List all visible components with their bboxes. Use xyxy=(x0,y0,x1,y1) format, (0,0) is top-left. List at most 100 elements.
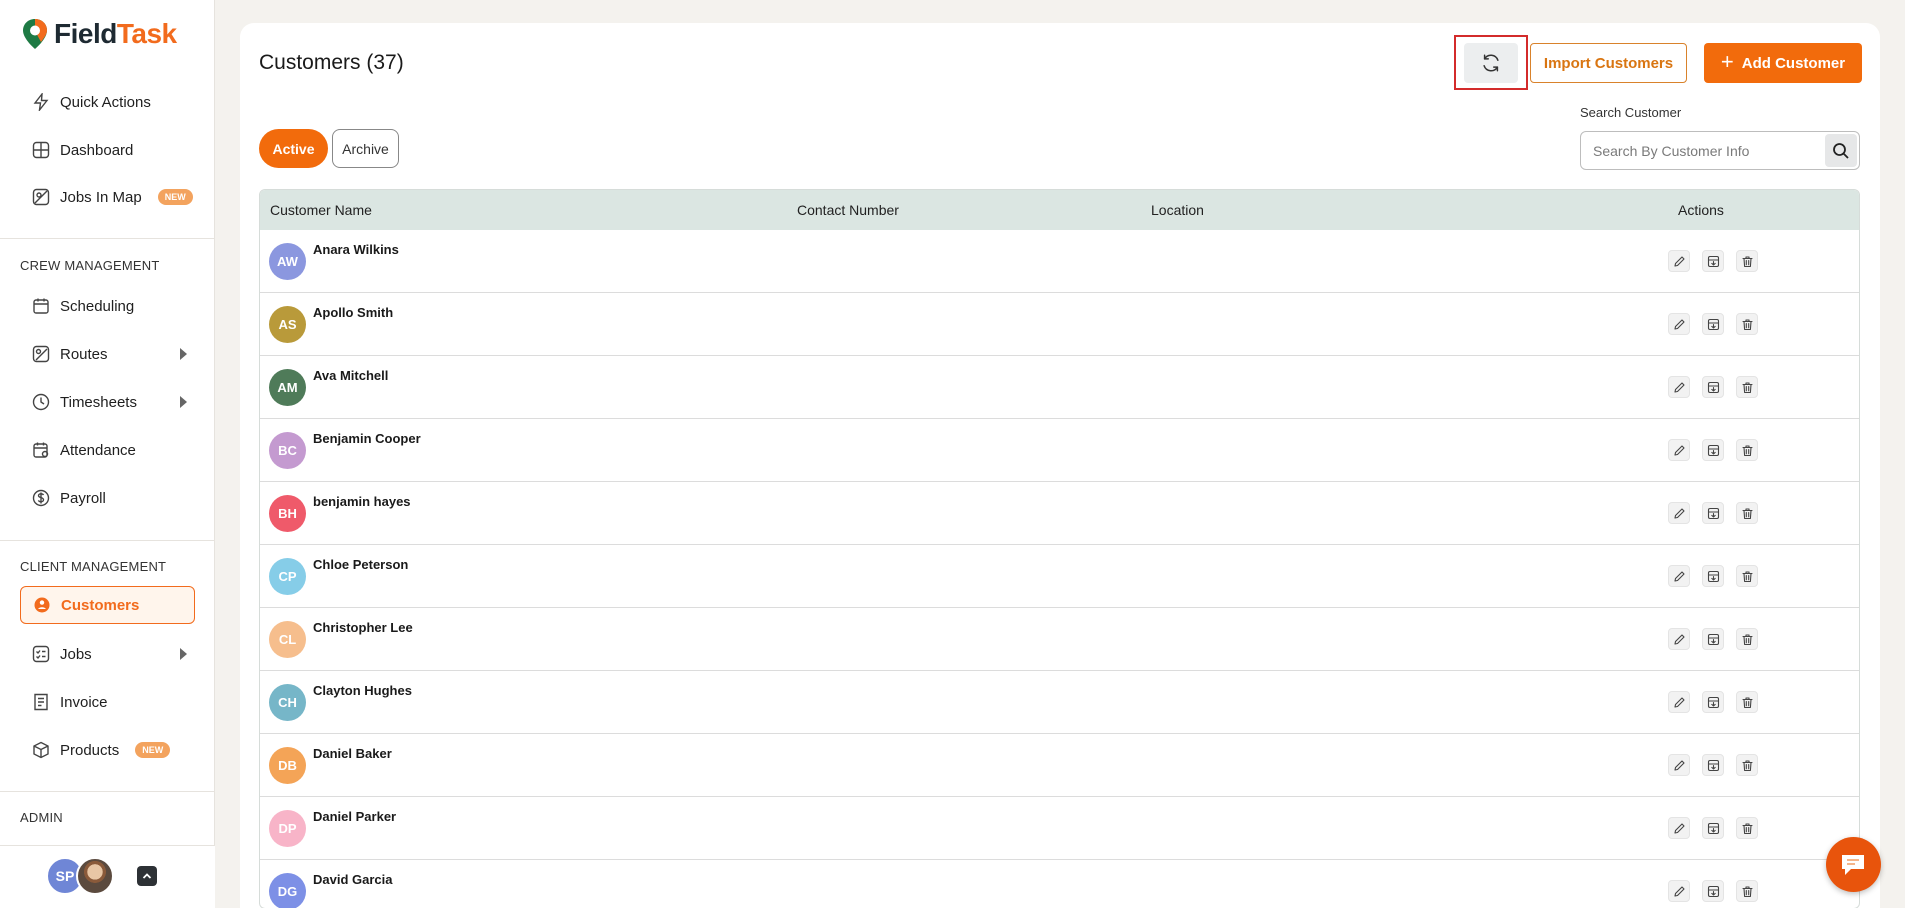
edit-button[interactable] xyxy=(1668,565,1690,587)
delete-button[interactable] xyxy=(1736,565,1758,587)
trash-icon xyxy=(1741,696,1753,708)
edit-button[interactable] xyxy=(1668,376,1690,398)
column-header-location[interactable]: Location xyxy=(1151,202,1204,218)
archive-button[interactable] xyxy=(1702,817,1724,839)
customer-name[interactable]: Clayton Hughes xyxy=(313,683,412,698)
sidebar-item-jobs-in-map[interactable]: Jobs In Map NEW xyxy=(20,178,195,216)
search-input[interactable] xyxy=(1582,133,1822,168)
delete-button[interactable] xyxy=(1736,313,1758,335)
search-button[interactable] xyxy=(1825,134,1857,167)
edit-button[interactable] xyxy=(1668,250,1690,272)
archive-button[interactable] xyxy=(1702,376,1724,398)
delete-button[interactable] xyxy=(1736,880,1758,902)
sidebar-item-products[interactable]: Products NEW xyxy=(20,731,195,769)
refresh-button[interactable] xyxy=(1464,43,1518,83)
column-header-contact-number[interactable]: Contact Number xyxy=(797,202,899,218)
expand-caret-icon[interactable] xyxy=(180,648,187,660)
customer-name[interactable]: David Garcia xyxy=(313,872,393,887)
edit-button[interactable] xyxy=(1668,754,1690,776)
sidebar-item-attendance[interactable]: Attendance xyxy=(20,431,195,469)
customer-name[interactable]: benjamin hayes xyxy=(313,494,411,509)
delete-button[interactable] xyxy=(1736,250,1758,272)
edit-button[interactable] xyxy=(1668,817,1690,839)
sidebar-item-scheduling[interactable]: Scheduling xyxy=(20,287,195,325)
sidebar-item-invoice[interactable]: Invoice xyxy=(20,683,195,721)
customer-avatar: BH xyxy=(269,495,306,532)
edit-icon xyxy=(1673,885,1685,897)
trash-icon xyxy=(1741,507,1753,519)
edit-button[interactable] xyxy=(1668,691,1690,713)
tab-archive[interactable]: Archive xyxy=(332,129,399,168)
delete-button[interactable] xyxy=(1736,817,1758,839)
delete-button[interactable] xyxy=(1736,628,1758,650)
delete-button[interactable] xyxy=(1736,439,1758,461)
section-label-crew-management: CREW MANAGEMENT xyxy=(20,258,160,273)
archive-icon xyxy=(1707,507,1719,519)
invoice-icon xyxy=(32,693,50,711)
archive-icon xyxy=(1707,633,1719,645)
table-row[interactable]: AM Ava Mitchell xyxy=(260,356,1859,419)
customer-avatar: CH xyxy=(269,684,306,721)
delete-button[interactable] xyxy=(1736,754,1758,776)
edit-button[interactable] xyxy=(1668,628,1690,650)
archive-button[interactable] xyxy=(1702,754,1724,776)
edit-button[interactable] xyxy=(1668,439,1690,461)
jobs-list-icon xyxy=(32,645,50,663)
customer-name[interactable]: Daniel Parker xyxy=(313,809,396,824)
table-row[interactable]: DP Daniel Parker xyxy=(260,797,1859,860)
delete-button[interactable] xyxy=(1736,502,1758,524)
customer-name[interactable]: Ava Mitchell xyxy=(313,368,388,383)
table-row[interactable]: CH Clayton Hughes xyxy=(260,671,1859,734)
sidebar-item-timesheets[interactable]: Timesheets xyxy=(20,383,195,421)
archive-button[interactable] xyxy=(1702,691,1724,713)
section-label-admin: ADMIN xyxy=(20,810,63,825)
table-row[interactable]: BC Benjamin Cooper xyxy=(260,419,1859,482)
tab-active[interactable]: Active xyxy=(259,129,328,168)
customer-name[interactable]: Anara Wilkins xyxy=(313,242,399,257)
customer-avatar: DB xyxy=(269,747,306,784)
trash-icon xyxy=(1741,759,1753,771)
sidebar-item-quick-actions[interactable]: Quick Actions xyxy=(20,83,195,121)
archive-button[interactable] xyxy=(1702,502,1724,524)
customer-name[interactable]: Christopher Lee xyxy=(313,620,413,635)
edit-icon xyxy=(1673,696,1685,708)
customer-name[interactable]: Apollo Smith xyxy=(313,305,393,320)
table-row[interactable]: CL Christopher Lee xyxy=(260,608,1859,671)
sidebar-item-dashboard[interactable]: Dashboard xyxy=(20,131,195,169)
customer-name[interactable]: Benjamin Cooper xyxy=(313,431,421,446)
chevron-up-button[interactable] xyxy=(137,866,157,886)
table-row[interactable]: AW Anara Wilkins xyxy=(260,230,1859,293)
edit-button[interactable] xyxy=(1668,502,1690,524)
import-customers-button[interactable]: Import Customers xyxy=(1530,43,1687,83)
customer-name[interactable]: Daniel Baker xyxy=(313,746,392,761)
edit-button[interactable] xyxy=(1668,880,1690,902)
column-header-customer-name[interactable]: Customer Name xyxy=(270,202,372,218)
customer-name[interactable]: Chloe Peterson xyxy=(313,557,408,572)
archive-button[interactable] xyxy=(1702,565,1724,587)
table-row[interactable]: CP Chloe Peterson xyxy=(260,545,1859,608)
archive-button[interactable] xyxy=(1702,250,1724,272)
expand-caret-icon[interactable] xyxy=(180,348,187,360)
archive-button[interactable] xyxy=(1702,880,1724,902)
sidebar-item-payroll[interactable]: Payroll xyxy=(20,479,195,517)
customer-avatar: AS xyxy=(269,306,306,343)
user-avatar-photo[interactable] xyxy=(76,857,114,895)
sidebar-item-routes[interactable]: Routes xyxy=(20,335,195,373)
delete-button[interactable] xyxy=(1736,376,1758,398)
archive-button[interactable] xyxy=(1702,628,1724,650)
archive-button[interactable] xyxy=(1702,313,1724,335)
edit-button[interactable] xyxy=(1668,313,1690,335)
chat-support-button[interactable] xyxy=(1826,837,1881,892)
expand-caret-icon[interactable] xyxy=(180,396,187,408)
table-row[interactable]: AS Apollo Smith xyxy=(260,293,1859,356)
sidebar-item-customers[interactable]: Customers xyxy=(20,586,195,624)
table-row[interactable]: DB Daniel Baker xyxy=(260,734,1859,797)
brand-logo[interactable]: FieldTask xyxy=(22,16,177,52)
sidebar-item-jobs[interactable]: Jobs xyxy=(20,635,195,673)
delete-button[interactable] xyxy=(1736,691,1758,713)
table-row[interactable]: DG David Garcia xyxy=(260,860,1859,908)
archive-button[interactable] xyxy=(1702,439,1724,461)
add-customer-button[interactable]: + Add Customer xyxy=(1704,43,1862,83)
column-header-actions: Actions xyxy=(1678,202,1724,218)
table-row[interactable]: BH benjamin hayes xyxy=(260,482,1859,545)
